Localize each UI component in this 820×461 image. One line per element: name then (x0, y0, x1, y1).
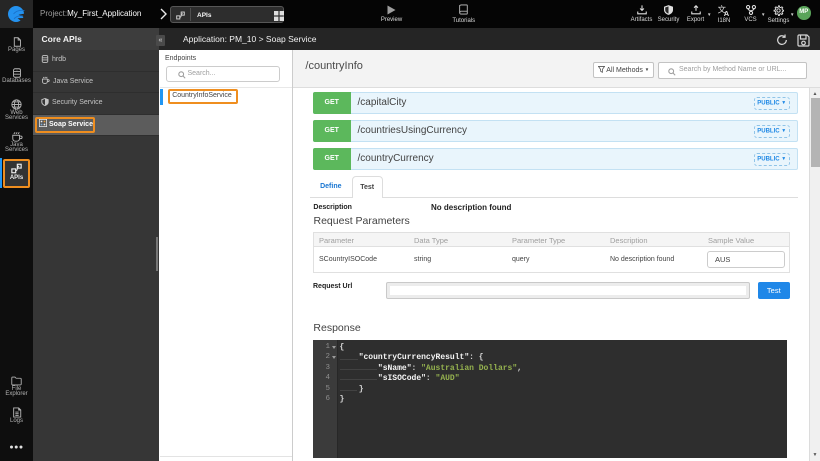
svg-text:A: A (724, 8, 730, 15)
